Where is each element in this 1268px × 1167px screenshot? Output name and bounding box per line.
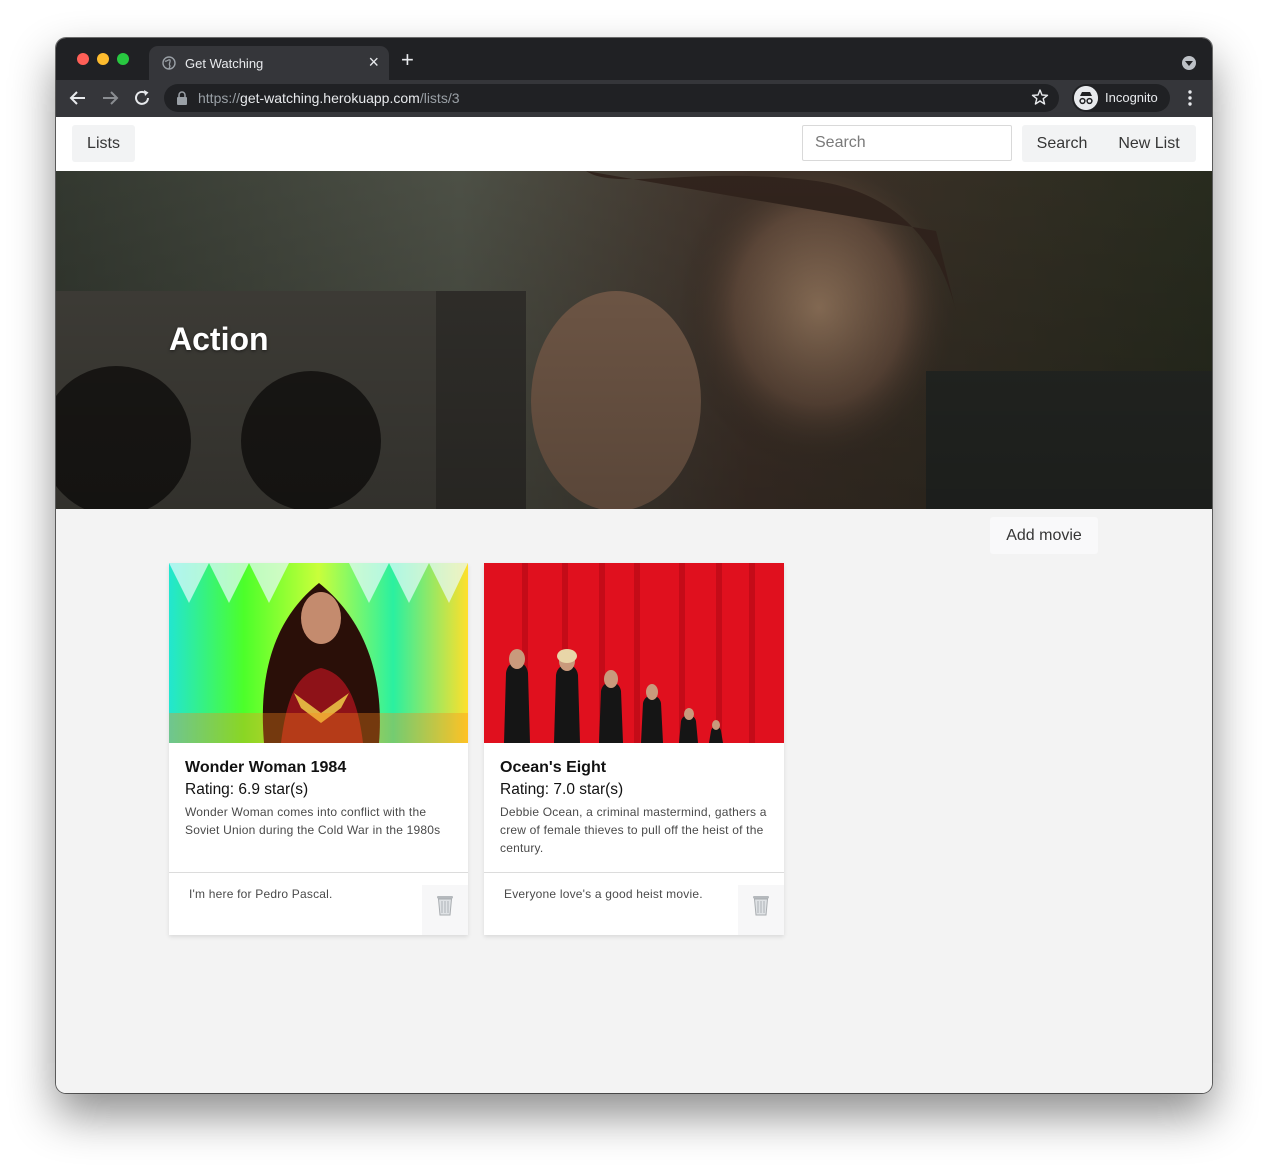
new-list-button[interactable]: New List [1102, 125, 1196, 162]
movie-poster [169, 563, 468, 743]
movie-card: Ocean's Eight Rating: 7.0 star(s) Debbie… [484, 563, 784, 935]
close-window-button[interactable] [77, 53, 89, 65]
browser-window: Get Watching × + https://get-watching.he… [56, 38, 1212, 1093]
movie-card-footer: Everyone love's a good heist movie. [484, 872, 784, 936]
star-icon[interactable] [1031, 88, 1049, 106]
poster-image [169, 563, 468, 743]
incognito-label: Incognito [1105, 90, 1158, 105]
movie-card-footer: I'm here for Pedro Pascal. [169, 872, 468, 936]
address-bar[interactable]: https://get-watching.herokuapp.com/lists… [164, 84, 1059, 112]
incognito-profile[interactable]: Incognito [1072, 84, 1170, 112]
movie-comment: Everyone love's a good heist movie. [504, 887, 703, 901]
movie-comment: I'm here for Pedro Pascal. [189, 887, 333, 901]
tab-title: Get Watching [185, 56, 264, 71]
globe-icon [162, 56, 176, 70]
page-content: Lists Search New List [56, 117, 1212, 1093]
reload-icon[interactable] [130, 86, 154, 110]
movie-card: Wonder Woman 1984 Rating: 6.9 star(s) Wo… [169, 563, 468, 935]
search-input[interactable] [802, 125, 1012, 161]
forward-arrow-icon[interactable] [98, 86, 122, 110]
delete-movie-button[interactable] [738, 885, 784, 935]
kebab-menu-icon[interactable] [1180, 88, 1200, 108]
poster-image [484, 563, 784, 743]
site-navbar: Lists Search New List [56, 117, 1212, 171]
browser-tab[interactable]: Get Watching × [149, 46, 389, 80]
movie-description: Debbie Ocean, a criminal mastermind, gat… [500, 805, 767, 855]
url-text: https://get-watching.herokuapp.com/lists… [198, 90, 460, 106]
zoom-window-button[interactable] [117, 53, 129, 65]
movie-rating: Rating: 7.0 star(s) [500, 781, 624, 798]
url-scheme: https:// [198, 90, 241, 106]
lock-icon [177, 91, 187, 105]
url-path: /lists/3 [419, 90, 460, 106]
new-tab-button[interactable]: + [401, 49, 414, 71]
tab-strip: Get Watching × + [56, 38, 1212, 80]
movie-rating: Rating: 6.9 star(s) [185, 781, 309, 798]
delete-movie-button[interactable] [422, 885, 468, 935]
trash-icon [753, 896, 769, 916]
incognito-icon [1074, 86, 1098, 110]
list-hero-banner: Action [56, 171, 1212, 509]
lists-button[interactable]: Lists [72, 125, 135, 162]
minimize-window-button[interactable] [97, 53, 109, 65]
movie-description: Wonder Woman comes into conflict with th… [185, 805, 441, 837]
search-button[interactable]: Search [1022, 125, 1102, 162]
add-movie-button[interactable]: Add movie [990, 517, 1098, 554]
trash-icon [437, 896, 453, 916]
list-title: Action [169, 321, 269, 357]
back-arrow-icon[interactable] [66, 86, 90, 110]
tab-close-icon[interactable]: × [368, 52, 379, 72]
movie-title: Wonder Woman 1984 [185, 759, 347, 776]
browser-toolbar: https://get-watching.herokuapp.com/lists… [56, 80, 1212, 117]
movie-title: Ocean's Eight [500, 759, 607, 776]
url-host: get-watching.herokuapp.com [240, 90, 420, 106]
movie-poster [484, 563, 784, 743]
tab-search-icon[interactable] [1182, 56, 1196, 70]
